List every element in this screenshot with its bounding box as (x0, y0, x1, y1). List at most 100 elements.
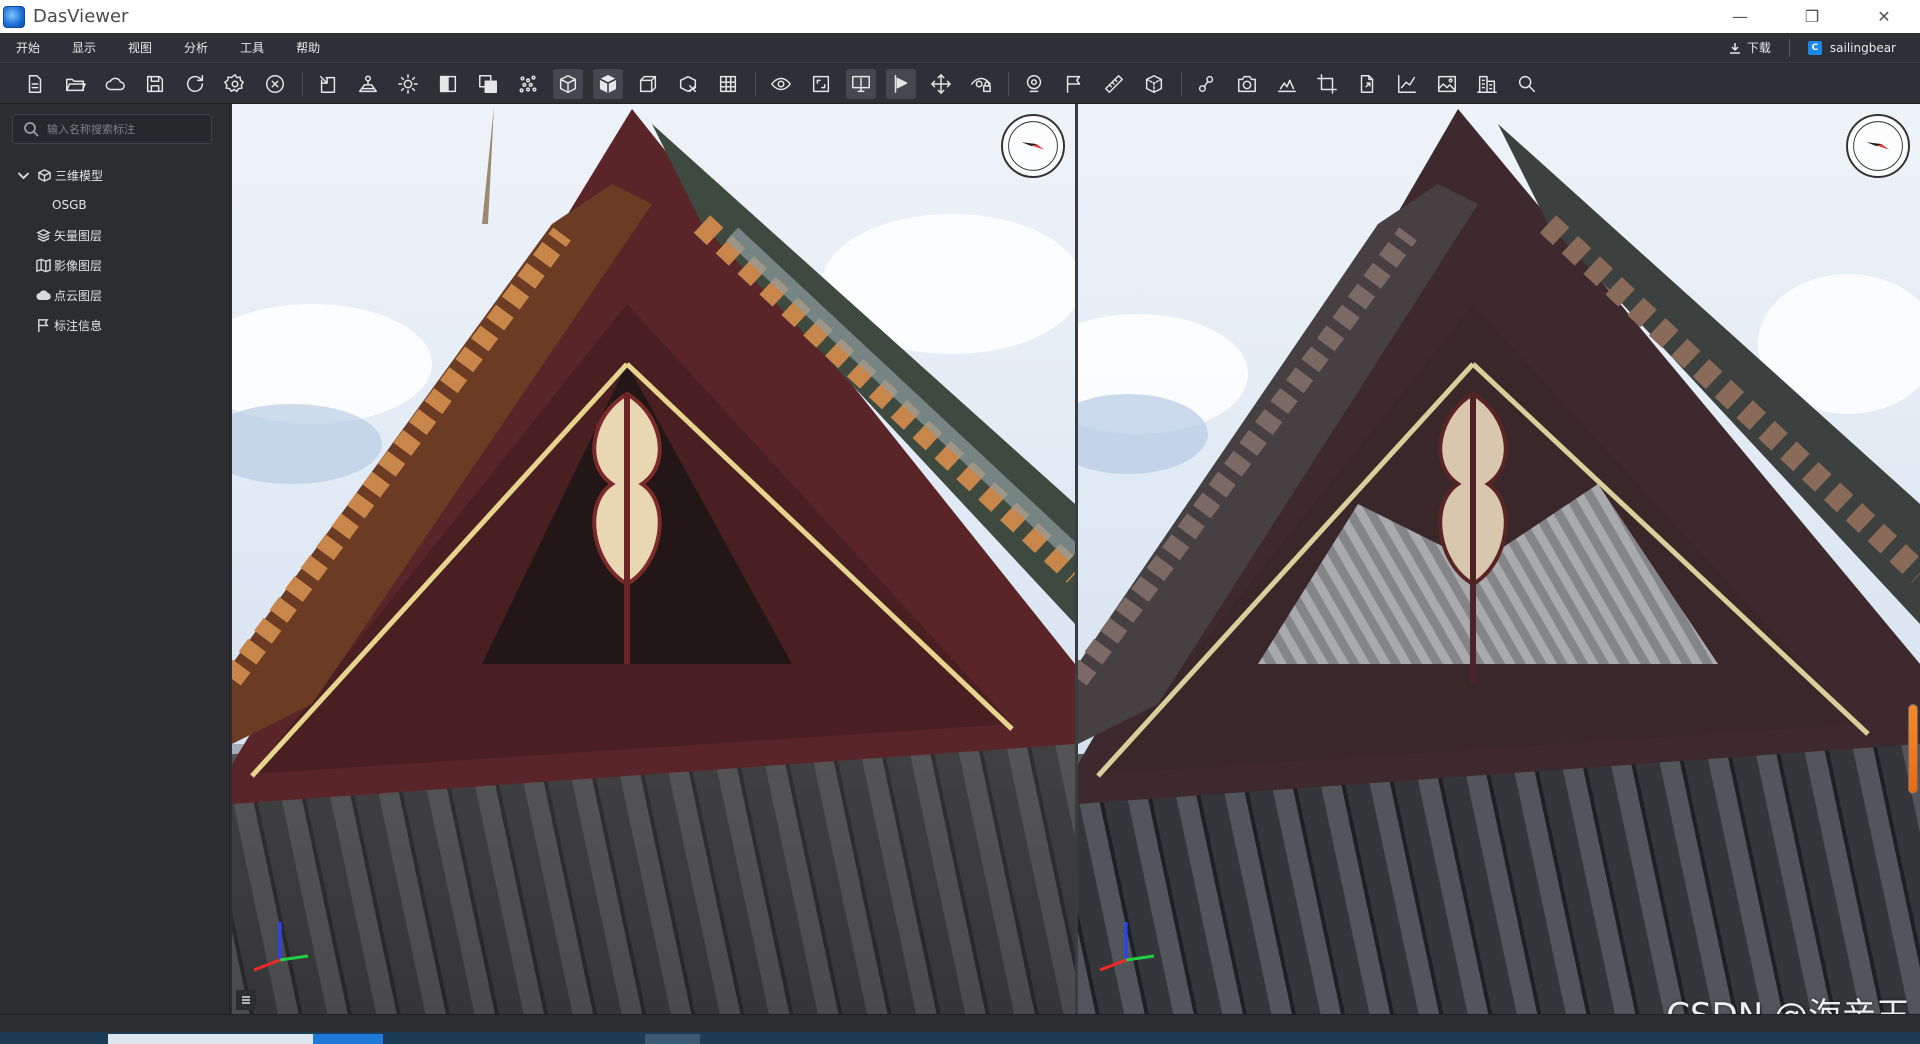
points-icon[interactable] (513, 69, 543, 99)
download-icon (1729, 42, 1740, 54)
tree-item-annotation[interactable]: 标注信息 (0, 310, 230, 340)
chart-export-icon[interactable] (1392, 69, 1422, 99)
terrain-icon[interactable] (353, 69, 383, 99)
toolbar-separator (755, 71, 756, 96)
monitor-icon[interactable] (846, 68, 876, 99)
crop-icon[interactable] (1312, 69, 1342, 99)
light-icon[interactable] (393, 69, 423, 99)
menu-view[interactable]: 视图 (112, 33, 168, 63)
cloud-points-icon (36, 289, 51, 300)
toolbar-separator (1181, 71, 1182, 96)
move-icon[interactable] (926, 69, 956, 99)
box-outline-icon[interactable] (553, 68, 583, 99)
search-input[interactable] (47, 122, 207, 136)
import-icon[interactable] (313, 69, 343, 99)
flag-play-icon[interactable] (886, 68, 916, 99)
close-circle-icon[interactable] (260, 69, 290, 99)
viewport-right[interactable] (1078, 104, 1920, 1014)
volume-icon[interactable] (1139, 69, 1169, 99)
window-controls: — ❐ ✕ (1704, 0, 1920, 33)
app-title: DasViewer (33, 6, 129, 27)
search-box (12, 114, 212, 144)
taskbar-item-active[interactable] (313, 1034, 383, 1044)
layers-icon (36, 228, 51, 242)
tree-item-image-layer[interactable]: 影像图层 (0, 250, 230, 280)
layer-sidebar: 三维模型 OSGB 矢量图层 影像图层 点云图层 标注信息 (0, 104, 230, 1014)
axes-gizmo-icon (1099, 922, 1155, 972)
chevron-down-icon[interactable] (16, 168, 31, 183)
cloud-icon[interactable] (100, 69, 130, 99)
frame-icon[interactable] (806, 69, 836, 99)
tree-item-label: 矢量图层 (54, 228, 103, 243)
os-taskbar (0, 1032, 1920, 1044)
box-clip-icon[interactable] (673, 69, 703, 99)
building-icon[interactable] (1472, 69, 1502, 99)
scrollbar-thumb[interactable] (1908, 704, 1918, 794)
app-logo-icon (3, 5, 25, 28)
roof-scene-right (1078, 104, 1920, 1014)
menubar-right: 下载 C sailingbear (1711, 33, 1920, 63)
image-icon[interactable] (1432, 69, 1462, 99)
box-solid-icon[interactable] (593, 68, 623, 99)
flag-icon[interactable] (1059, 69, 1089, 99)
taskbar-item[interactable] (645, 1034, 700, 1044)
username: sailingbear (1829, 40, 1896, 55)
view-menu-button[interactable] (236, 990, 256, 1010)
refresh-icon[interactable] (180, 69, 210, 99)
menu-display[interactable]: 显示 (56, 33, 112, 63)
viewport-left[interactable] (232, 104, 1075, 1014)
taskbar-item[interactable] (108, 1034, 313, 1044)
compass-icon[interactable] (1001, 114, 1065, 178)
roof-scene-left (232, 104, 1075, 1014)
export-icon[interactable] (1352, 69, 1382, 99)
compass-icon[interactable] (1846, 114, 1910, 178)
tree-item-label: 点云图层 (54, 288, 103, 303)
split-view-icon[interactable] (433, 69, 463, 99)
grid-icon[interactable] (713, 69, 743, 99)
open-folder-icon[interactable] (60, 69, 90, 99)
download-label: 下载 (1746, 41, 1771, 55)
new-file-icon[interactable] (20, 69, 50, 99)
axes-gizmo-icon (253, 922, 309, 972)
save-icon[interactable] (140, 69, 170, 99)
layer-tree: 三维模型 OSGB 矢量图层 影像图层 点云图层 标注信息 (0, 160, 230, 340)
menu-start[interactable]: 开始 (0, 33, 56, 63)
camera-icon[interactable] (1232, 69, 1262, 99)
search-icon[interactable] (1512, 69, 1542, 99)
user-logo-icon: C (1807, 40, 1822, 55)
eye-lock-icon[interactable] (966, 69, 996, 99)
location-icon[interactable] (1019, 69, 1049, 99)
toolbar (0, 64, 1920, 104)
tree-item-point-cloud-layer[interactable]: 点云图层 (0, 280, 230, 310)
search-icon (24, 122, 39, 137)
map-icon (36, 258, 51, 272)
status-bar (0, 1014, 1920, 1032)
profile-icon[interactable] (1272, 69, 1302, 99)
eye-rotate-icon[interactable] (766, 69, 796, 99)
tree-item-label: 三维模型 (55, 168, 104, 183)
tree-item-label: OSGB (52, 198, 87, 212)
close-button[interactable]: ✕ (1848, 0, 1920, 33)
flag-icon (38, 318, 49, 332)
tree-item-label: 影像图层 (54, 258, 103, 273)
tree-item-3d-model[interactable]: 三维模型 (0, 160, 230, 190)
title-bar: DasViewer — ❐ ✕ (0, 0, 1920, 33)
tree-item-vector-layer[interactable]: 矢量图层 (0, 220, 230, 250)
menu-analysis[interactable]: 分析 (168, 33, 224, 63)
cube-icon (38, 168, 51, 182)
user-account[interactable]: C sailingbear (1790, 40, 1920, 55)
toolbar-separator (1008, 71, 1009, 96)
list-icon (242, 996, 250, 1004)
route-icon[interactable] (1192, 69, 1222, 99)
minimize-button[interactable]: — (1704, 0, 1776, 33)
ruler-icon[interactable] (1099, 69, 1129, 99)
settings-icon[interactable] (220, 69, 250, 99)
tree-item-label: 标注信息 (54, 318, 103, 333)
box-wire-icon[interactable] (633, 69, 663, 99)
download-button[interactable]: 下载 (1711, 39, 1789, 56)
restore-button[interactable]: ❐ (1776, 0, 1848, 33)
menu-help[interactable]: 帮助 (280, 33, 336, 63)
tree-item-osgb[interactable]: OSGB (0, 190, 230, 220)
menu-tools[interactable]: 工具 (224, 33, 280, 63)
overlay-icon[interactable] (473, 69, 503, 99)
